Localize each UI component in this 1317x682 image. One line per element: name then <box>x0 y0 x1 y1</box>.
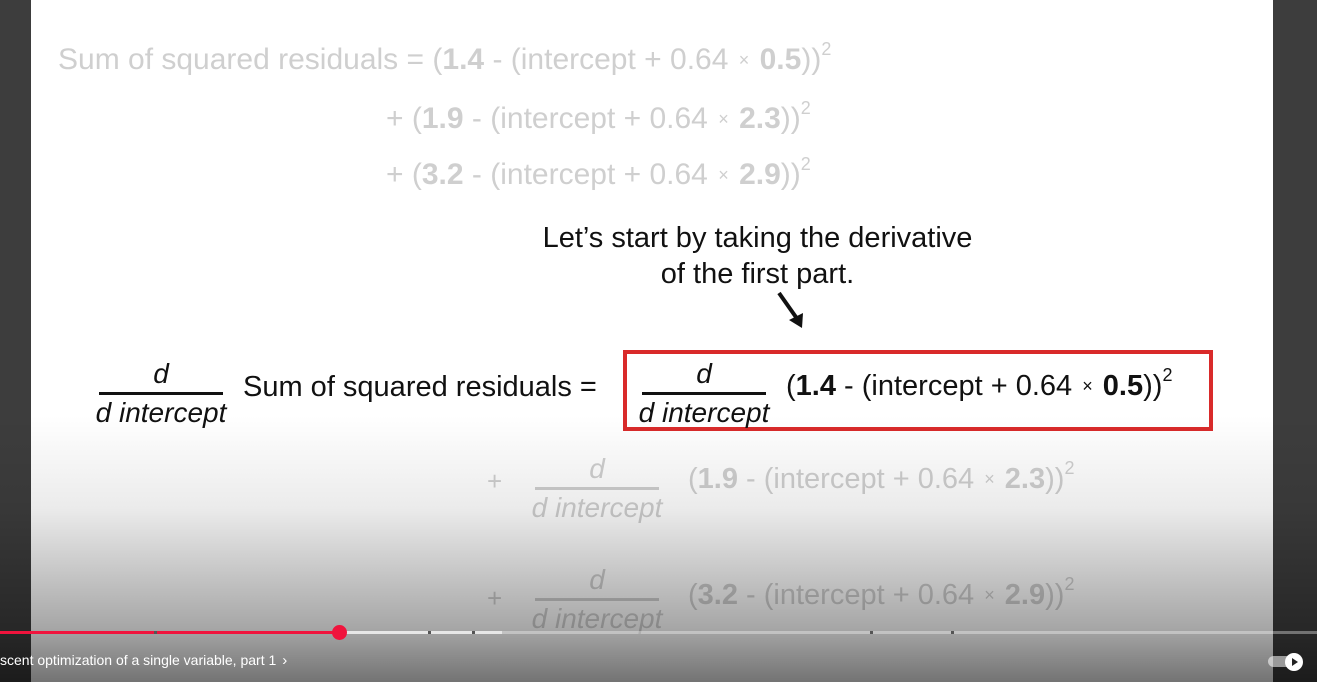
left-pillarbox <box>0 0 31 682</box>
video-frame[interactable]: Sum of squared residuals = (1.4 - (inter… <box>31 0 1273 682</box>
ssr-equation-line-1: Sum of squared residuals = (1.4 - (inter… <box>58 39 832 76</box>
chapter-title-button[interactable]: scent optimization of a single variable,… <box>0 652 287 669</box>
annotation-text: Let’s start by taking the derivative of … <box>542 222 973 290</box>
play-icon <box>1285 653 1303 671</box>
derivative-label: Sum of squared residuals = <box>243 371 597 403</box>
chapter-marker <box>951 631 954 634</box>
autoplay-toggle[interactable] <box>1268 653 1306 671</box>
chevron-right-icon: › <box>282 652 288 669</box>
plus-sign-term-3: + <box>487 583 503 613</box>
chapter-marker <box>428 631 431 634</box>
ssr-equation-line-3: + (3.2 - (intercept + 0.64 × 2.9))2 <box>386 154 811 191</box>
right-pillarbox <box>1273 0 1317 682</box>
chapter-marker <box>154 631 157 634</box>
progress-bar[interactable] <box>0 631 1317 634</box>
ssr-equation-line-2: + (1.9 - (intercept + 0.64 × 2.3))2 <box>386 98 811 135</box>
derivative-operator-term-2: d d intercept <box>531 453 663 523</box>
progress-played <box>0 631 340 634</box>
chapter-marker <box>870 631 873 634</box>
derivative-term-2: (1.9 - (intercept + 0.64 × 2.3))2 <box>688 458 1075 495</box>
derivative-operator-term-1: d d intercept <box>638 358 770 428</box>
derivative-term-1: (1.4 - (intercept + 0.64 × 0.5))2 <box>786 365 1173 402</box>
arrow-down-right-icon <box>777 291 803 328</box>
plus-sign-term-2: + <box>487 466 503 496</box>
derivative-operator: d d intercept <box>95 358 227 428</box>
derivative-operator-term-3: d d intercept <box>531 564 663 634</box>
derivative-term-3: (3.2 - (intercept + 0.64 × 2.9))2 <box>688 574 1075 611</box>
chapter-marker <box>472 631 475 634</box>
chapter-title-text: scent optimization of a single variable,… <box>0 652 277 668</box>
